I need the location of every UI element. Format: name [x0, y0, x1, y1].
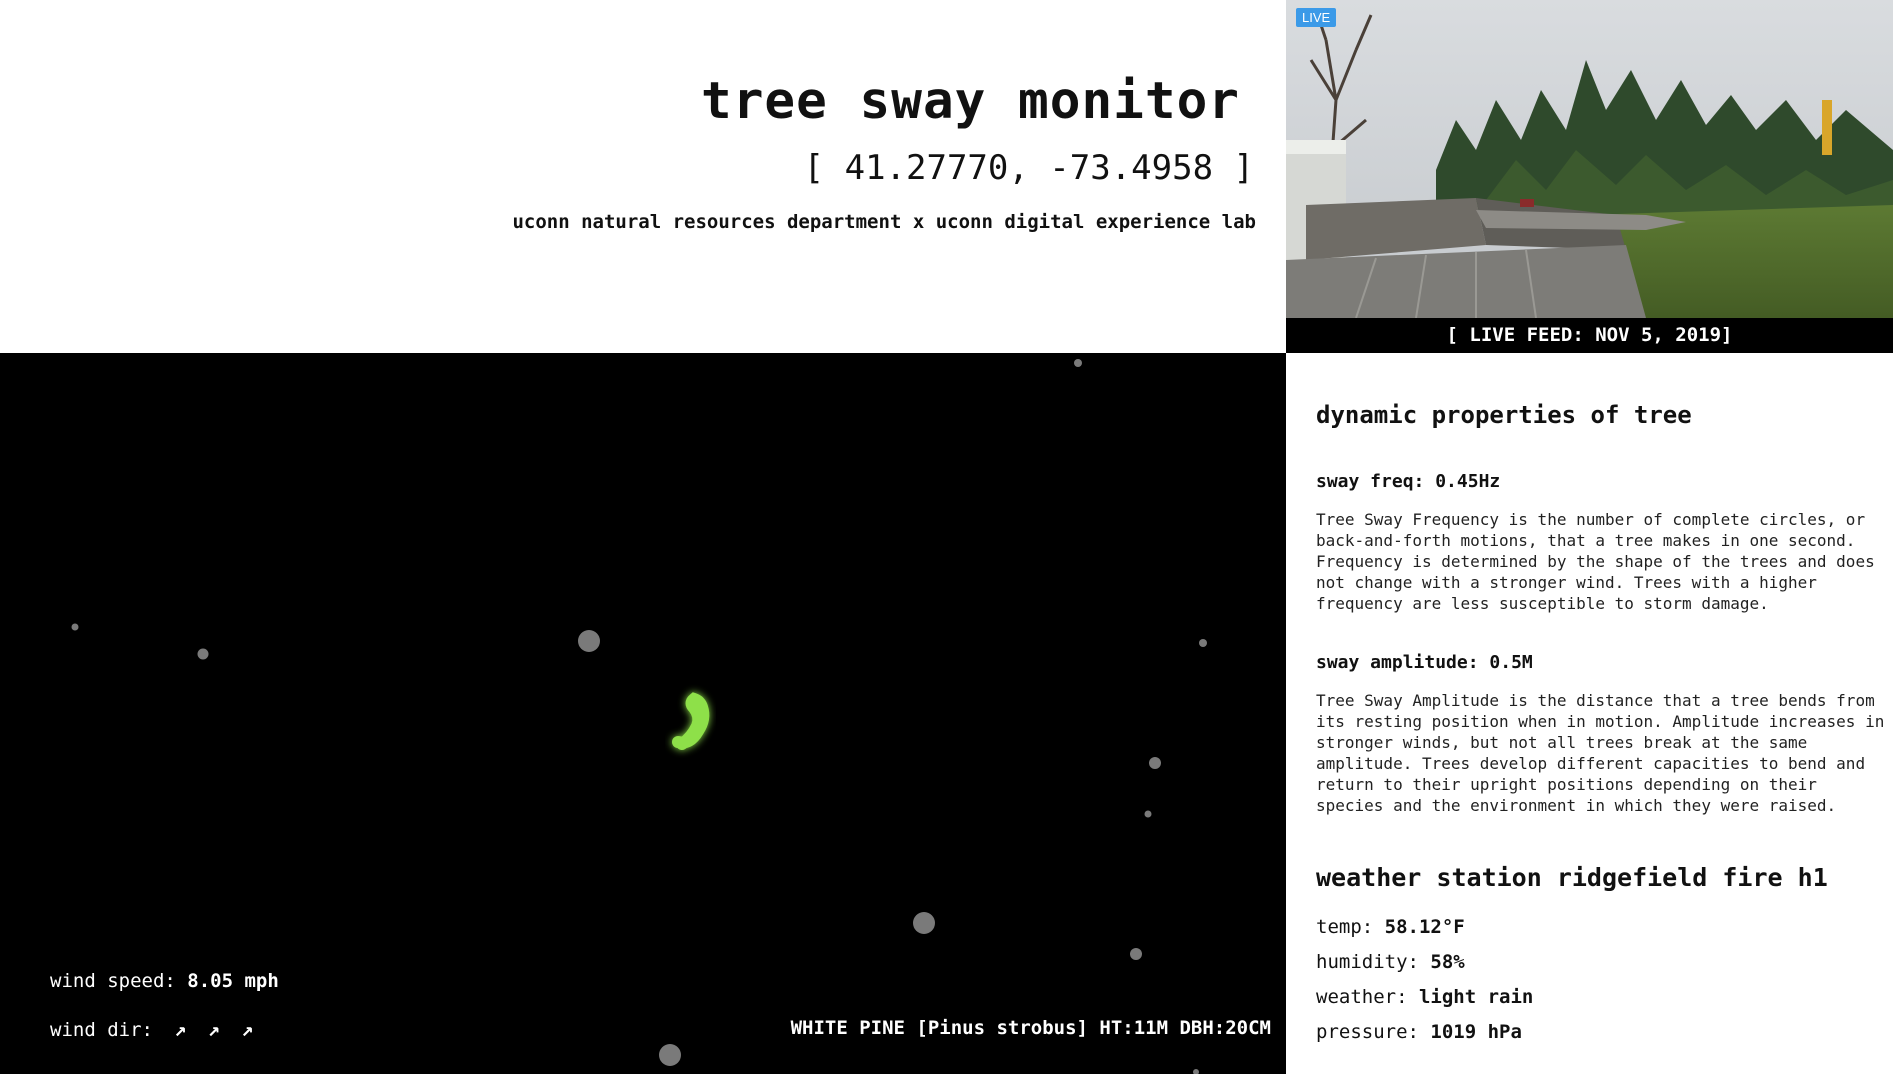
header: tree sway monitor [ 41.27770, -73.4958 ]… [0, 0, 1286, 353]
weather-value: light rain [1418, 986, 1534, 1008]
particle-dot [1193, 1069, 1199, 1074]
wind-arrow-icon: ↗ [241, 1017, 254, 1041]
weather-temp: temp: 58.12°F [1316, 916, 1465, 938]
particle-dot [1199, 639, 1207, 647]
particle-dot [1074, 359, 1082, 367]
sway-amplitude-description: Tree Sway Amplitude is the distance that… [1316, 691, 1885, 815]
sway-frequency: sway freq: 0.45Hz [1316, 471, 1500, 492]
pressure-label: pressure: [1316, 1021, 1419, 1043]
wind-speed-label: wind speed: [50, 970, 176, 992]
weather-pressure: pressure: 1019 hPa [1316, 1021, 1522, 1043]
humidity-value: 58% [1430, 951, 1465, 973]
particle-dot [913, 912, 935, 934]
wind-arrow-icon: ↗ [174, 1017, 187, 1041]
temp-label: temp: [1316, 916, 1374, 938]
pressure-value: 1019 hPa [1430, 1021, 1522, 1043]
weather-condition: weather: light rain [1316, 986, 1533, 1008]
info-panel: dynamic properties of tree sway freq: 0.… [1286, 353, 1893, 1074]
temp-value: 58.12°F [1384, 916, 1465, 938]
dynamic-properties-heading: dynamic properties of tree [1316, 401, 1692, 429]
coordinates: [ 41.27770, -73.4958 ] [803, 148, 1254, 188]
sway-frequency-label: sway freq: [1316, 471, 1425, 492]
particle-dot [578, 630, 600, 652]
wind-dir-label: wind dir: [50, 1019, 153, 1041]
particle-dot [1144, 810, 1152, 818]
sway-amplitude-label: sway amplitude: [1316, 652, 1479, 673]
live-feed[interactable]: LIVE [ LIVE FEED: NOV 5, 2019] [1286, 0, 1893, 353]
sway-amplitude-value: 0.5M [1489, 652, 1533, 673]
live-feed-image [1286, 0, 1893, 318]
humidity-label: humidity: [1316, 951, 1419, 973]
particle-dot [1130, 948, 1142, 960]
subtitle: uconn natural resources department x uco… [512, 211, 1256, 233]
sway-frequency-value: 0.45Hz [1435, 471, 1501, 492]
wind-arrow-icon: ↗ [207, 1017, 220, 1041]
wind-speed-value: 8.05 mph [187, 970, 279, 992]
sway-amplitude: sway amplitude: 0.5M [1316, 652, 1533, 673]
live-badge: LIVE [1296, 8, 1337, 27]
weather-station-heading: weather station ridgefield fire h1 [1316, 863, 1828, 892]
particle-dot [659, 1044, 681, 1066]
sway-canvas [71, 359, 1207, 1074]
weather-label: weather: [1316, 986, 1408, 1008]
sway-visualization: wind speed: 8.05 mph wind dir: ↗ ↗ ↗ WHI… [0, 353, 1286, 1074]
sway-frequency-description: Tree Sway Frequency is the number of com… [1316, 510, 1875, 613]
weather-humidity: humidity: 58% [1316, 951, 1465, 973]
wind-direction: wind dir: ↗ ↗ ↗ [50, 1017, 253, 1041]
sway-trace [672, 692, 710, 750]
particle-dot [1149, 757, 1161, 769]
particle-dot [197, 648, 209, 660]
tree-info: WHITE PINE [Pinus strobus] HT:11M DBH:20… [790, 1017, 1271, 1039]
live-feed-caption: [ LIVE FEED: NOV 5, 2019] [1286, 318, 1893, 353]
page-title: tree sway monitor [701, 72, 1240, 131]
particle-dot [71, 623, 79, 631]
wind-speed: wind speed: 8.05 mph [50, 970, 279, 992]
